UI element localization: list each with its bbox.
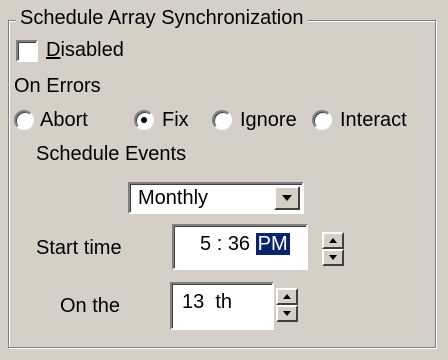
disabled-checkbox-label[interactable]: Disabled [46,38,124,62]
schedule-events-label: Schedule Events [36,143,187,165]
schedule-events-dropdown[interactable]: Monthly [128,182,304,214]
day-suffix: th [215,291,233,313]
radio-interact[interactable] [312,110,332,130]
on-errors-label: On Errors [14,75,101,97]
on-the-spin-down[interactable] [276,305,298,322]
arrow-down-icon [329,255,337,260]
start-time-label: Start time [36,237,122,259]
start-time-minute[interactable]: 36 [228,233,250,255]
disabled-checkbox[interactable] [16,40,38,62]
start-time-spin-up[interactable] [322,232,344,249]
radio-interact-label[interactable]: Interact [340,108,407,132]
start-time-hour[interactable]: 5 [200,233,211,255]
radio-ignore[interactable] [212,110,232,130]
chevron-down-icon [282,195,292,201]
on-the-spin-up[interactable] [276,288,298,305]
radio-fix[interactable] [134,110,154,130]
time-separator: : [216,233,223,255]
start-time-ampm[interactable]: PM [255,233,290,255]
radio-abort[interactable] [14,110,34,130]
on-the-spinner[interactable] [276,288,298,322]
day-number[interactable]: 13 [182,291,204,313]
groupbox-title: Schedule Array Synchronization [16,6,308,30]
start-time-spin-down[interactable] [322,249,344,266]
start-time-spinner[interactable] [322,232,344,266]
arrow-down-icon [283,311,291,316]
schedule-events-value: Monthly [138,187,209,209]
radio-fix-label[interactable]: Fix [162,108,189,132]
dropdown-arrow-button[interactable] [274,186,300,210]
on-the-day-value: 13 th [182,290,232,314]
radio-abort-label[interactable]: Abort [40,108,88,132]
start-time-field[interactable]: 5 : 36 PM [172,224,308,270]
on-the-label: On the [60,295,121,317]
radio-ignore-label[interactable]: Ignore [240,108,297,132]
arrow-up-icon [283,294,291,299]
on-the-day-field[interactable]: 13 th [170,282,274,330]
arrow-up-icon [329,238,337,243]
start-time-value: 5 : 36 PM [200,232,290,256]
